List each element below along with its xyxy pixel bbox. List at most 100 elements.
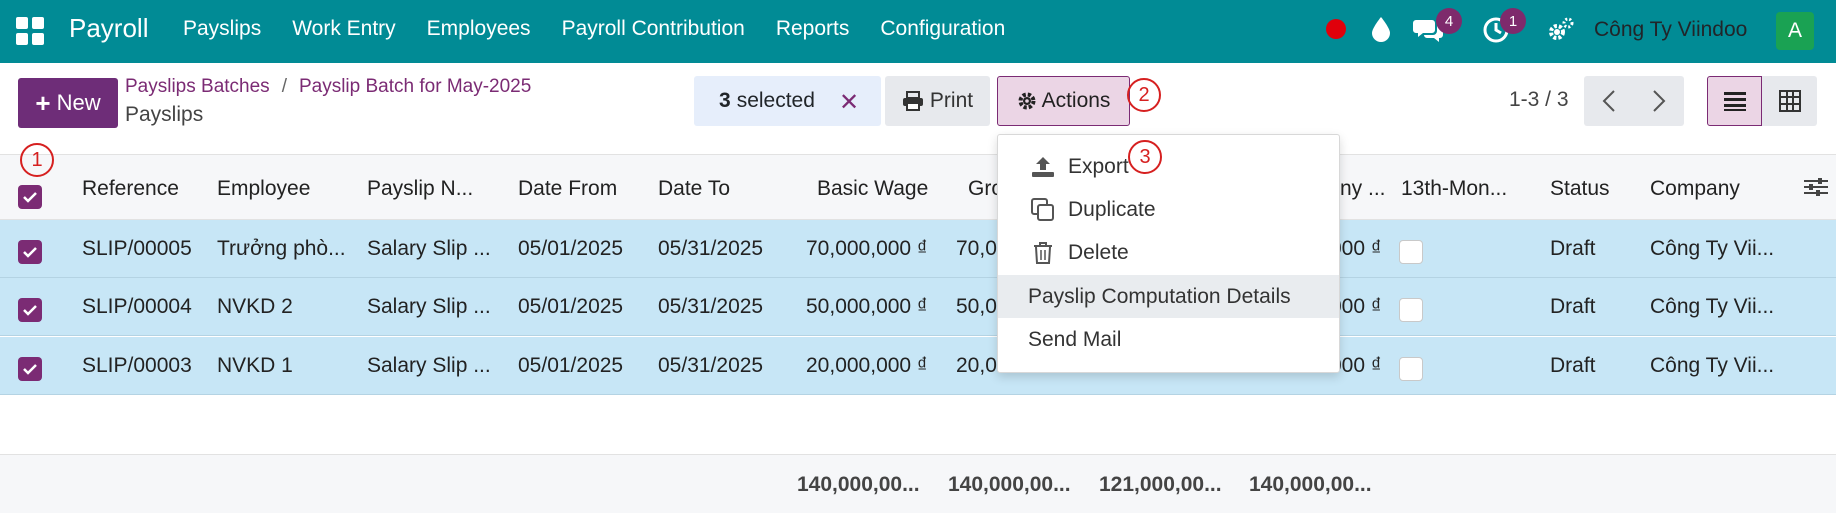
column-reference[interactable]: Reference — [82, 177, 179, 201]
column-basic-wage[interactable]: Basic Wage — [817, 177, 928, 201]
cell-13th-month-checkbox[interactable] — [1399, 357, 1423, 381]
actions-button-label: Actions — [1041, 89, 1111, 112]
recording-indicator-icon[interactable] — [1326, 19, 1346, 39]
row-checkbox[interactable] — [18, 298, 42, 322]
pager-previous-button[interactable] — [1584, 76, 1634, 126]
menu-item-export[interactable]: Export — [998, 145, 1339, 188]
apps-menu-icon[interactable] — [16, 17, 44, 45]
cell-reference: SLIP/00005 — [82, 237, 192, 260]
cell-company: Công Ty Vii... — [1650, 354, 1775, 377]
column-date-to[interactable]: Date To — [658, 177, 730, 201]
chevron-right-icon — [1653, 90, 1666, 112]
printer-icon — [902, 91, 923, 111]
table-row[interactable]: SLIP/00005 Trưởng phò... Salary Slip ...… — [0, 220, 1836, 278]
cell-date-from: 05/01/2025 — [518, 354, 624, 377]
cell-payslip-name: Salary Slip ... — [367, 237, 491, 260]
optional-columns-sliders-icon[interactable] — [1803, 176, 1829, 198]
cell-gross: 50,0 — [956, 295, 997, 318]
annotation-marker-1: 1 — [20, 143, 54, 177]
selected-count: 3 — [719, 89, 731, 112]
cell-date-to: 05/31/2025 — [658, 354, 764, 377]
column-payslip-name[interactable]: Payslip N... — [367, 177, 473, 201]
menu-work-entry[interactable]: Work Entry — [292, 17, 395, 41]
new-button-label: New — [56, 90, 101, 115]
check-icon — [23, 247, 37, 258]
menu-item-delete[interactable]: Delete — [998, 231, 1339, 274]
column-employee[interactable]: Employee — [217, 177, 310, 201]
breadcrumb-payslips-batches[interactable]: Payslips Batches — [125, 76, 270, 97]
menu-reports[interactable]: Reports — [776, 17, 850, 41]
breadcrumb: Payslips Batches / Payslip Batch for May-2… — [125, 76, 531, 98]
cell-employee: Trưởng phò... — [217, 237, 346, 260]
breadcrumb-separator: / — [281, 76, 287, 97]
selection-indicator: 3 selected ✕ — [694, 76, 881, 126]
water-drop-icon[interactable] — [1370, 16, 1392, 42]
app-name[interactable]: Payroll — [69, 13, 148, 44]
check-icon — [23, 192, 37, 203]
cell-payslip-name: Salary Slip ... — [367, 354, 491, 377]
check-icon — [23, 364, 37, 375]
copy-duplicate-icon — [1031, 197, 1054, 221]
cell-employee: NVKD 1 — [217, 354, 293, 377]
menu-payslips[interactable]: Payslips — [183, 17, 261, 41]
cell-gross: 70,0 — [956, 237, 997, 260]
cell-company: Công Ty Vii... — [1650, 237, 1775, 260]
menu-item-duplicate[interactable]: Duplicate — [998, 188, 1339, 231]
chevron-left-icon — [1602, 90, 1615, 112]
new-button[interactable]: + New — [18, 78, 118, 128]
cell-basic-wage: 70,000,000 ₫ — [806, 237, 928, 260]
messages-badge: 4 — [1436, 8, 1462, 34]
annotation-marker-2: 2 — [1127, 78, 1161, 112]
row-checkbox[interactable] — [18, 240, 42, 264]
menu-item-send-mail[interactable]: Send Mail — [998, 318, 1339, 361]
table-grid-icon — [1778, 90, 1801, 112]
print-button[interactable]: Print — [885, 76, 990, 126]
cell-reference: SLIP/00003 — [82, 354, 192, 377]
actions-button[interactable]: Actions — [997, 76, 1130, 126]
cell-date-to: 05/31/2025 — [658, 237, 764, 260]
cell-date-from: 05/01/2025 — [518, 295, 624, 318]
company-switcher[interactable]: Công Ty Viindoo — [1594, 18, 1747, 42]
column-company[interactable]: Company — [1650, 177, 1740, 201]
menu-payroll-contribution[interactable]: Payroll Contribution — [562, 17, 745, 41]
settings-gears-icon[interactable] — [1547, 16, 1575, 44]
user-avatar[interactable]: A — [1776, 12, 1814, 50]
cell-13th-month-checkbox[interactable] — [1399, 298, 1423, 322]
print-button-label: Print — [929, 89, 974, 112]
pager-value[interactable]: 1-3 / 3 — [1509, 88, 1569, 112]
pager-next-button[interactable] — [1634, 76, 1684, 126]
page-title: Payslips — [125, 103, 204, 126]
cell-date-to: 05/31/2025 — [658, 295, 764, 318]
table-row[interactable]: SLIP/00004 NVKD 2 Salary Slip ... 05/01/… — [0, 278, 1836, 336]
cell-company: Công Ty Vii... — [1650, 295, 1775, 318]
cell-status: Draft — [1550, 354, 1596, 377]
plus-icon: + — [35, 87, 51, 118]
cell-13th-month-checkbox[interactable] — [1399, 240, 1423, 264]
menu-employees[interactable]: Employees — [427, 17, 531, 41]
list-view-button[interactable] — [1707, 76, 1762, 126]
menu-item-payslip-computation-details[interactable]: Payslip Computation Details — [998, 275, 1339, 318]
column-date-from[interactable]: Date From — [518, 177, 617, 201]
column-net[interactable]: ny ... — [1340, 177, 1386, 201]
breadcrumb-payslip-batch[interactable]: Payslip Batch for May-2025 — [299, 76, 531, 97]
row-checkbox[interactable] — [18, 357, 42, 381]
menu-configuration[interactable]: Configuration — [880, 17, 1005, 41]
total-net: 140,000,00... — [1249, 473, 1372, 496]
cell-basic-wage: 50,000,000 ₫ — [806, 295, 928, 318]
cell-employee: NVKD 2 — [217, 295, 293, 318]
gear-icon — [1018, 92, 1036, 110]
annotation-marker-3: 3 — [1128, 140, 1162, 174]
cell-date-from: 05/01/2025 — [518, 237, 624, 260]
select-all-checkbox[interactable] — [18, 185, 42, 209]
cell-reference: SLIP/00004 — [82, 295, 192, 318]
unselect-all-close-icon[interactable]: ✕ — [839, 88, 859, 117]
table-header: Reference Employee Payslip N... Date Fro… — [0, 154, 1836, 220]
column-13th-month[interactable]: 13th-Mon... — [1401, 177, 1507, 201]
table-row[interactable]: SLIP/00003 NVKD 1 Salary Slip ... 05/01/… — [0, 337, 1836, 395]
cell-status: Draft — [1550, 237, 1596, 260]
upload-export-icon — [1032, 156, 1054, 177]
column-status[interactable]: Status — [1550, 177, 1610, 201]
pivot-view-button[interactable] — [1762, 76, 1817, 126]
cell-status: Draft — [1550, 295, 1596, 318]
cell-payslip-name: Salary Slip ... — [367, 295, 491, 318]
